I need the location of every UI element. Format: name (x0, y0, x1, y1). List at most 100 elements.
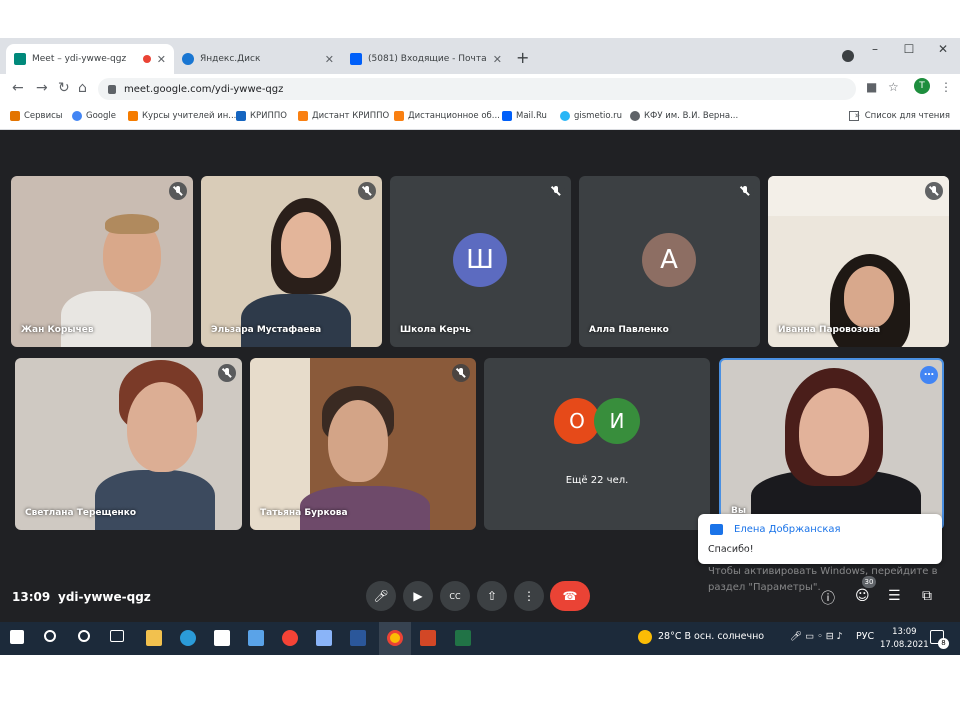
windows-activation-line1: Чтобы активировать Windows, перейдите в (708, 566, 938, 577)
apps-grid-icon (10, 111, 20, 121)
star-icon[interactable]: ☆ (888, 80, 899, 94)
windows-start-icon[interactable] (10, 630, 24, 644)
home-icon[interactable]: ⌂ (78, 80, 87, 96)
menu-icon[interactable]: ⋮ (940, 80, 952, 94)
store-icon[interactable] (214, 630, 230, 646)
people-icon[interactable]: ☺ (855, 588, 870, 604)
participant-tile[interactable]: Эльзара Мустафаева (201, 176, 382, 347)
tab-mail[interactable]: (5081) Входящие - Почта Mail.ru ✕ (342, 44, 510, 74)
bookmark-krippo[interactable]: КРИППО (236, 111, 287, 121)
participant-name: Татьяна Буркова (260, 508, 348, 518)
reading-list-icon (848, 111, 859, 121)
camera-button[interactable]: ▶ (403, 581, 433, 611)
yandex-browser-icon[interactable] (282, 630, 298, 646)
google-icon (72, 111, 82, 121)
profile-avatar[interactable]: T (914, 78, 930, 94)
close-icon[interactable]: ✕ (493, 53, 502, 66)
bookmark-mailru[interactable]: Mail.Ru (502, 111, 547, 121)
excel-icon[interactable] (455, 630, 471, 646)
more-options-button[interactable]: ⋮ (514, 581, 544, 611)
bookmark-courses[interactable]: Курсы учителей ин... (128, 111, 236, 121)
system-clock[interactable]: 13:09 17.08.2021 (880, 626, 929, 652)
forward-icon[interactable]: → (36, 80, 48, 96)
participant-tile[interactable]: Жан Корычев (11, 176, 193, 347)
moodle-icon (298, 111, 308, 121)
participant-tile[interactable]: А Алла Павленко (579, 176, 760, 347)
globe-icon (630, 111, 640, 121)
chat-message-icon (710, 524, 723, 535)
tab-title: Meet – ydi-ywwe-qgz (32, 54, 127, 64)
self-tile[interactable]: … Вы (719, 358, 944, 530)
info-icon[interactable]: ⓘ (821, 588, 835, 608)
mic-off-icon (169, 182, 187, 200)
participant-name: Иванна Паровозова (778, 325, 881, 335)
mic-off-icon (925, 182, 943, 200)
new-tab-button[interactable]: + (516, 48, 529, 67)
activities-icon[interactable]: ⧉ (922, 588, 932, 604)
window-controls: – ☐ ✕ (858, 38, 960, 62)
more-participants-count: Ещё 22 чел. (565, 475, 629, 486)
bookmarks-bar: Сервисы Google Курсы учителей ин... КРИП… (0, 104, 960, 130)
blogger-icon (128, 111, 138, 121)
bookmark-distant-krippo[interactable]: Дистант КРИППО (298, 111, 389, 121)
participant-tile[interactable]: Иванна Паровозова (768, 176, 949, 347)
tab-meet[interactable]: Meet – ydi-ywwe-qgz ✕ (6, 44, 174, 74)
bookmark-apps[interactable]: Сервисы (10, 111, 62, 121)
word-icon[interactable] (350, 630, 366, 646)
file-explorer-icon[interactable] (146, 630, 162, 646)
krippo-icon (236, 111, 246, 121)
tab-title: Яндекс.Диск (200, 54, 261, 64)
participant-avatar: А (642, 233, 696, 287)
tray-icons[interactable]: 🎤︎ ▭ ◦ ⊟ ♪ (790, 631, 843, 642)
present-button[interactable]: ⇧ (477, 581, 507, 611)
more-options-button[interactable]: … (920, 366, 938, 384)
reload-icon[interactable]: ↻ (58, 80, 70, 96)
mail-icon[interactable] (248, 630, 264, 646)
leave-call-button[interactable]: ☎ (550, 581, 590, 611)
powerpoint-icon[interactable] (420, 630, 436, 646)
bookmark-google[interactable]: Google (72, 111, 116, 121)
task-view-icon[interactable] (110, 630, 124, 642)
notification-center-icon[interactable]: 8 (930, 630, 949, 649)
microphone-button[interactable]: 🎤︎ (366, 581, 396, 611)
calculator-icon[interactable] (316, 630, 332, 646)
language-indicator[interactable]: РУС (856, 631, 874, 642)
bookmark-distance-edu[interactable]: Дистанционное об... (394, 111, 500, 121)
more-participants-tile[interactable]: О И Ещё 22 чел. (484, 358, 710, 530)
meet-stage: Жан Корычев Эльзара Мустафаева Ш Школа К… (0, 130, 960, 622)
tab-yandex-disk[interactable]: Яндекс.Диск ✕ (174, 44, 342, 74)
windows-activation-title: Активация Windows (708, 547, 844, 562)
reading-list-button[interactable]: Список для чтения (848, 111, 950, 121)
back-icon[interactable]: ← (12, 80, 24, 96)
bookmark-kfu[interactable]: КФУ им. В.И. Верна... (630, 111, 738, 121)
person-video (61, 291, 151, 347)
moodle-icon (394, 111, 404, 121)
participant-name: Эльзара Мустафаева (211, 325, 322, 335)
edge-icon[interactable] (180, 630, 196, 646)
close-icon[interactable]: ✕ (157, 53, 166, 66)
participant-tile[interactable]: Ш Школа Керчь (390, 176, 571, 347)
recording-dot-icon (142, 55, 151, 63)
participant-tile[interactable]: Татьяна Буркова (250, 358, 476, 530)
search-icon[interactable] (44, 630, 56, 642)
minimize-button[interactable]: – (858, 38, 892, 62)
camera-icon[interactable]: ■ (866, 80, 877, 94)
meeting-code: ydi-ywwe-qgz (58, 590, 151, 604)
mic-off-icon (547, 182, 565, 200)
weather-text[interactable]: 28°C В осн. солнечно (658, 631, 764, 642)
media-control-icon[interactable] (842, 50, 854, 62)
chrome-icon[interactable] (387, 630, 403, 646)
address-bar[interactable]: meet.google.com/ydi-ywwe-qgz (98, 78, 856, 100)
mic-off-icon (358, 182, 376, 200)
close-window-button[interactable]: ✕ (926, 38, 960, 62)
maximize-button[interactable]: ☐ (892, 38, 926, 62)
participant-name: Алла Павленко (589, 325, 669, 335)
chat-icon[interactable]: ☰ (888, 588, 901, 604)
close-icon[interactable]: ✕ (325, 53, 334, 66)
bookmark-gismeteo[interactable]: gismetio.ru (560, 111, 622, 121)
captions-button[interactable]: CC (440, 581, 470, 611)
windows-activation-line2: раздел "Параметры". (708, 582, 821, 593)
participant-tile[interactable]: Светлана Терещенко (15, 358, 242, 530)
cortana-icon[interactable] (78, 630, 90, 642)
participant-avatar: И (594, 398, 640, 444)
